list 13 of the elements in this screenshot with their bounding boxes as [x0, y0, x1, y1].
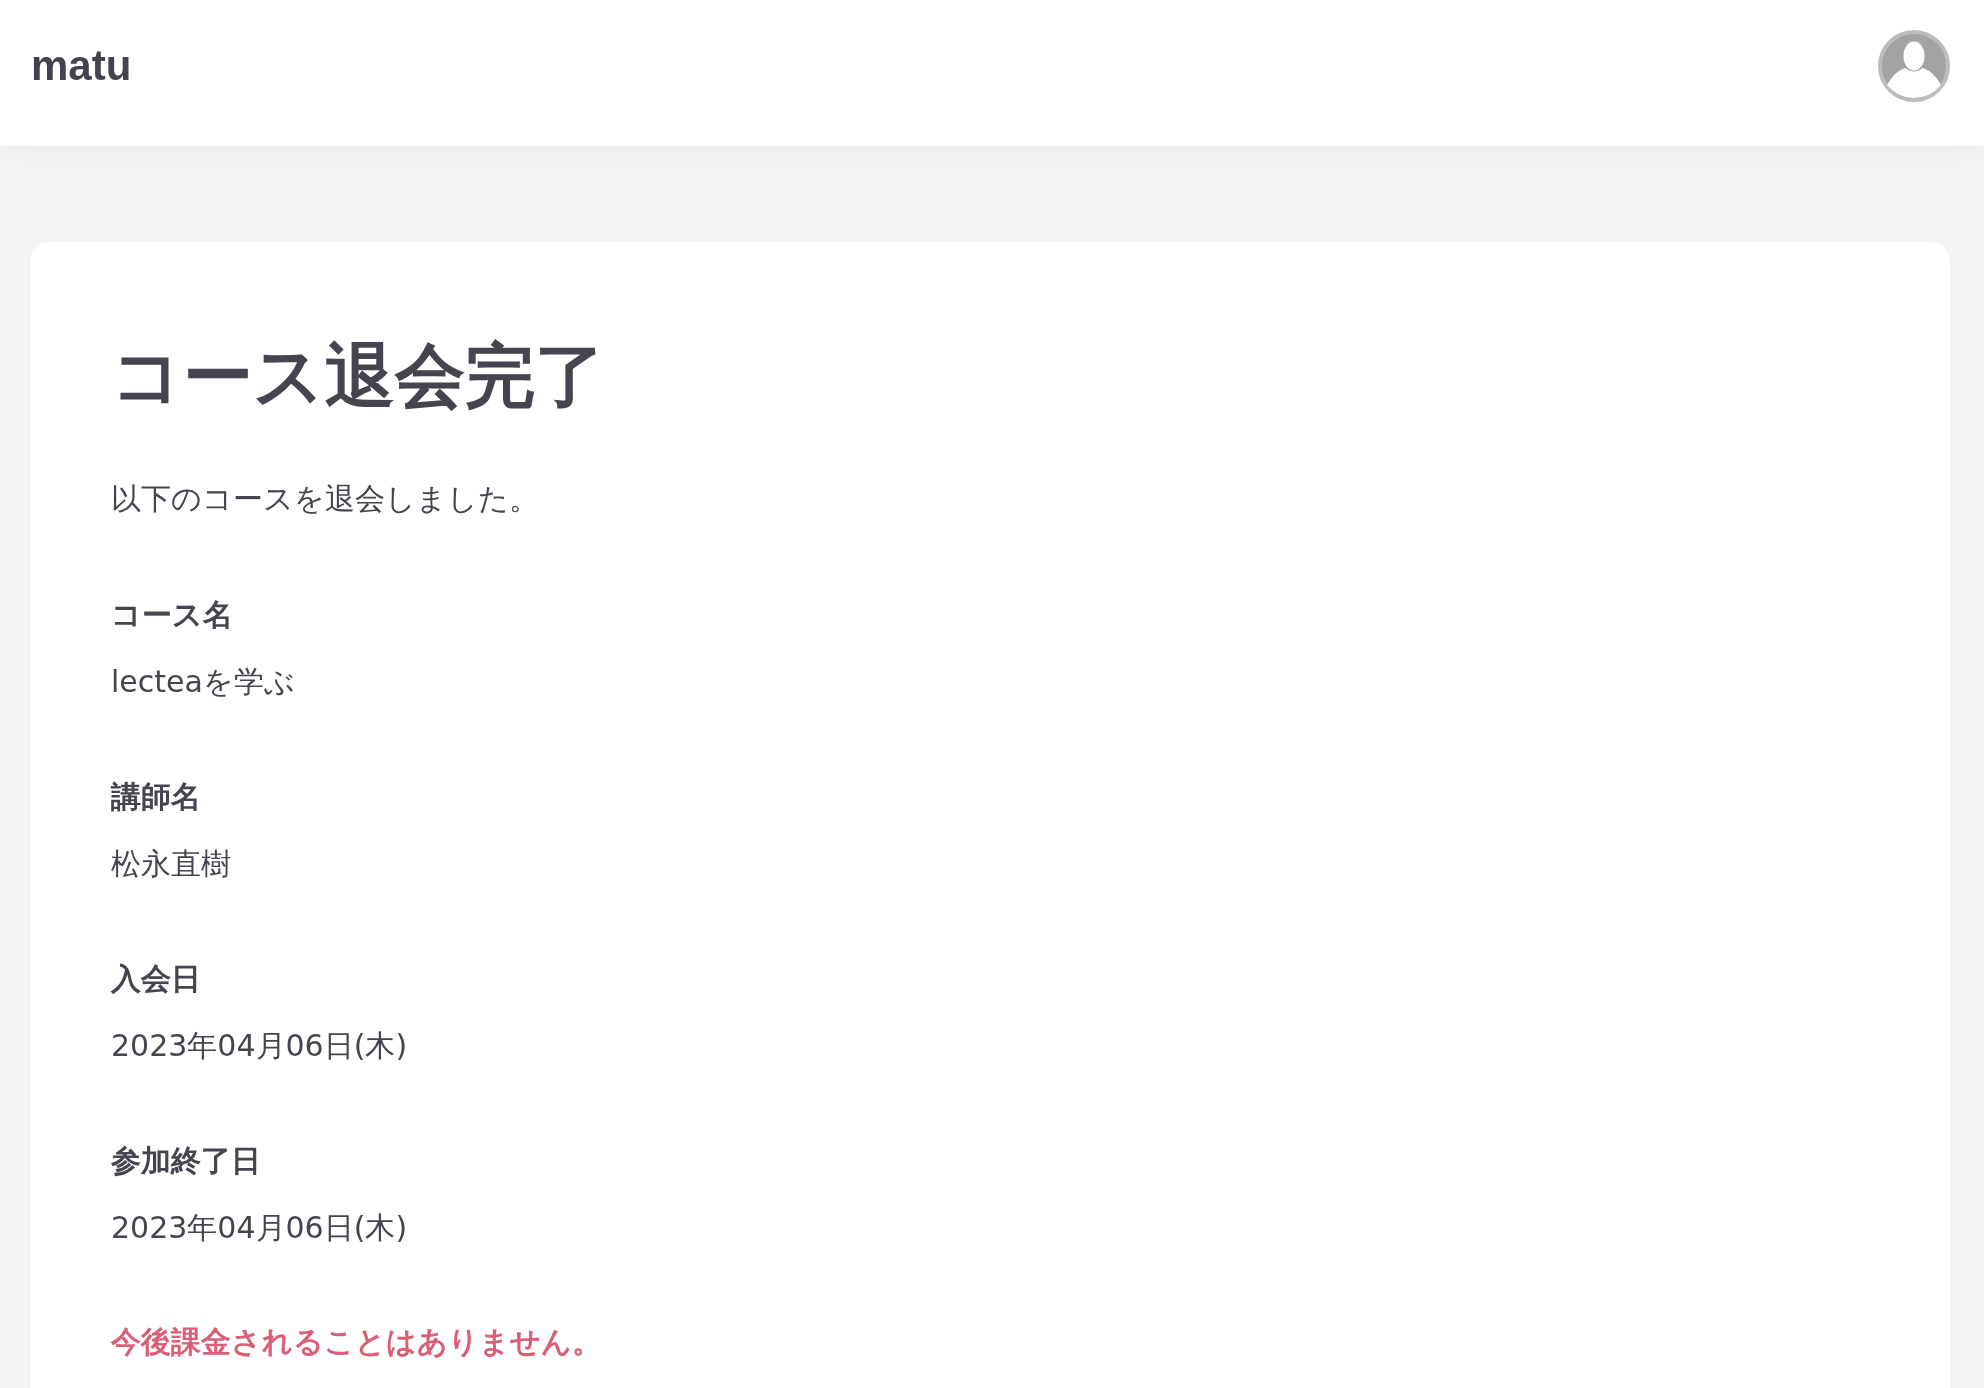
detail-label: 講師名	[111, 778, 201, 816]
detail-label: 参加終了日	[111, 1142, 261, 1180]
site-name-link[interactable]: matu	[31, 42, 132, 90]
detail-value: 2023年04月06日(木)	[111, 1027, 408, 1065]
user-avatar-icon[interactable]	[1878, 30, 1950, 102]
page-title: コース退会完了	[111, 334, 606, 419]
detail-value: lecteaを学ぶ	[111, 663, 295, 701]
detail-label: 入会日	[111, 960, 201, 998]
detail-value: 松永直樹	[111, 845, 231, 883]
detail-value: 2023年04月06日(木)	[111, 1209, 408, 1247]
detail-label: コース名	[111, 596, 233, 634]
notice-text: 今後課金されることはありません。	[111, 1323, 602, 1361]
message-text: 以下のコースを退会しました。	[111, 480, 540, 518]
